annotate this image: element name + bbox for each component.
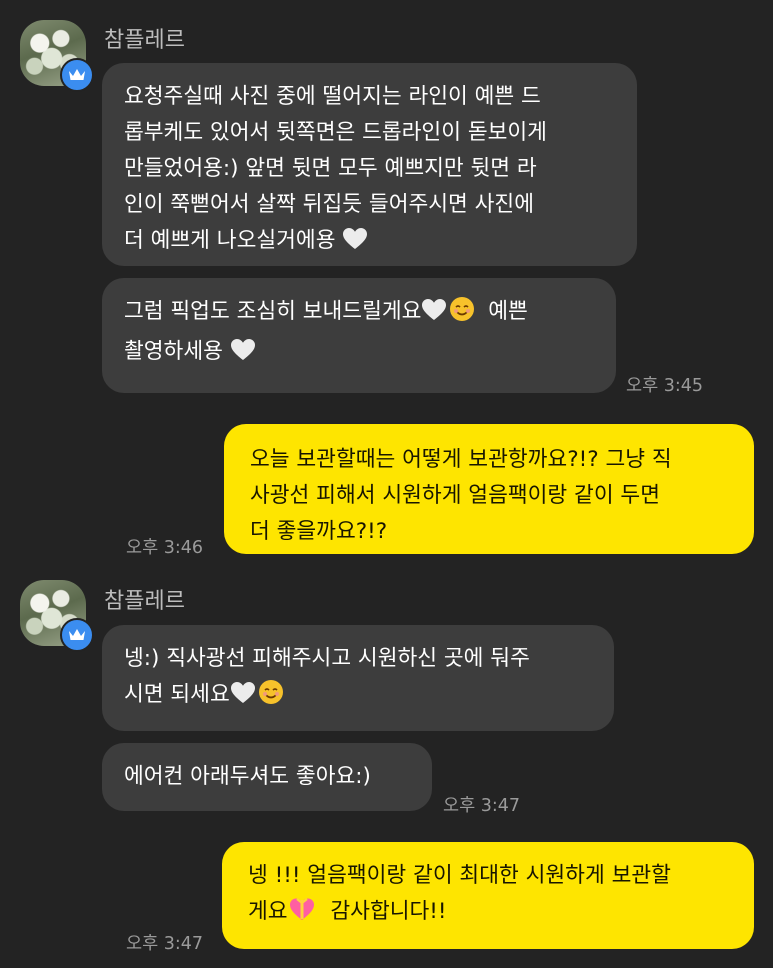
white-heart-emoji: [230, 338, 256, 374]
message-line: 게요: [248, 899, 288, 924]
message-line: 촬영하세용: [124, 339, 223, 364]
chat-bubble-outgoing[interactable]: 오늘 보관할때는 어떻게 보관항까요?!? 그냥 직 사광선 피해서 시원하게 …: [224, 424, 754, 554]
avatar[interactable]: [20, 20, 94, 92]
chat-bubble-incoming[interactable]: 요청주실때 사진 중에 떨어지는 라인이 예쁜 드 롭부케도 있어서 뒷쪽면은 …: [102, 63, 637, 266]
sender-name: 참플레르: [104, 589, 185, 614]
message-line: 오늘 보관할때는 어떻게 보관항까요?!? 그냥 직: [250, 447, 672, 472]
avatar[interactable]: [20, 580, 94, 652]
message-timestamp: 오후 3:46: [126, 538, 204, 558]
message-line: 에어컨 아래두셔도 좋아요:): [124, 764, 371, 789]
message-line: 요청주실때 사진 중에 떨어지는 라인이 예쁜 드: [124, 84, 541, 109]
message-line: 예쁜: [488, 299, 528, 324]
message-line: 그럼 픽업도 조심히 보내드릴게요: [124, 299, 422, 324]
message-timestamp: 오후 3:45: [626, 376, 704, 396]
smiling-face-emoji: [258, 679, 284, 717]
smiling-face-emoji: [449, 296, 475, 334]
message-timestamp: 오후 3:47: [126, 934, 204, 954]
message-line: 넹 !!! 얼음팩이랑 같이 최대한 시원하게 보관할: [248, 863, 671, 888]
message-line: 사광선 피해서 시원하게 얼음팩이랑 같이 두면: [250, 483, 660, 508]
message-line: 넹:) 직사광선 피해주시고 시원하신 곳에 둬주: [124, 646, 530, 671]
white-heart-emoji: [342, 227, 368, 263]
gift-heart-emoji: [288, 896, 316, 934]
message-line: 감사합니다!!: [330, 899, 447, 924]
message-line: 더 좋을까요?!?: [250, 519, 388, 544]
chat-bubble-incoming[interactable]: 에어컨 아래두셔도 좋아요:): [102, 743, 432, 811]
chat-bubble-incoming[interactable]: 넹:) 직사광선 피해주시고 시원하신 곳에 둬주 시면 되세요: [102, 625, 614, 731]
message-line: 더 예쁘게 나오실거에용: [124, 228, 336, 253]
message-timestamp: 오후 3:47: [443, 796, 521, 816]
sender-name: 참플레르: [104, 28, 185, 53]
message-line: 인이 쭉뻗어서 살짝 뒤집듯 들어주시면 사진에: [124, 192, 534, 217]
message-line: 만들었어용:) 앞면 뒷면 모두 예쁘지만 뒷면 라: [124, 156, 537, 181]
message-line: 롭부케도 있어서 뒷쪽면은 드롭라인이 돋보이게: [124, 120, 547, 145]
white-heart-emoji: [230, 681, 256, 717]
chat-bubble-outgoing[interactable]: 넹 !!! 얼음팩이랑 같이 최대한 시원하게 보관할 게요 감사합니다!!: [222, 842, 754, 949]
chat-bubble-incoming[interactable]: 그럼 픽업도 조심히 보내드릴게요 예쁜 촬영하세용: [102, 278, 616, 393]
message-line: 시면 되세요: [124, 682, 230, 707]
crown-icon: [60, 618, 94, 652]
white-heart-emoji: [421, 298, 447, 334]
crown-icon: [60, 58, 94, 92]
